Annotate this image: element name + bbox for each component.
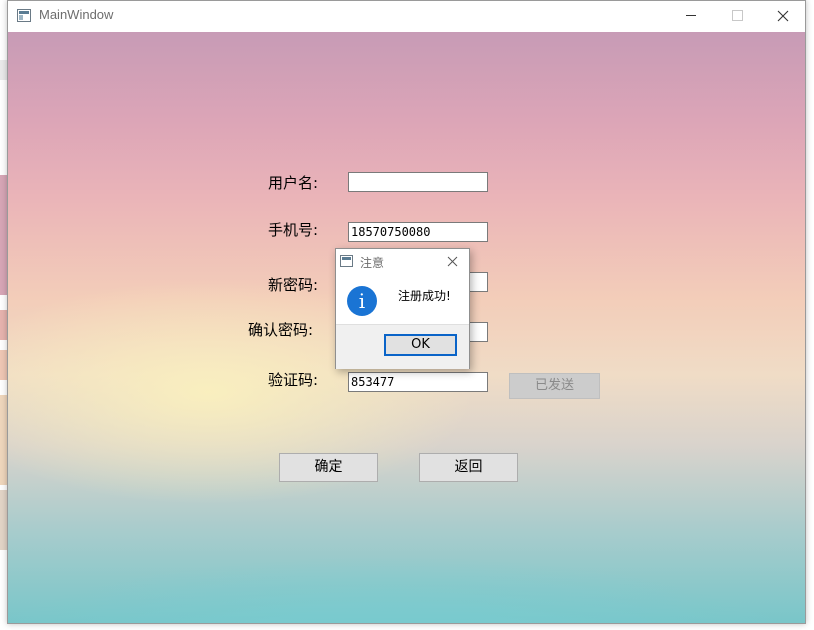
dialog-message: 注册成功! bbox=[398, 289, 451, 303]
close-icon bbox=[777, 10, 789, 22]
dialog-footer: OK bbox=[336, 324, 469, 369]
info-icon: i bbox=[347, 286, 377, 316]
title-bar[interactable]: MainWindow bbox=[8, 1, 805, 32]
confirm-button[interactable]: 确定 bbox=[279, 453, 378, 482]
phone-label: 手机号: bbox=[268, 221, 319, 239]
dialog-close-button[interactable] bbox=[444, 254, 462, 270]
dialog-title: 注意 bbox=[360, 256, 385, 270]
username-input[interactable] bbox=[348, 172, 488, 192]
phone-input[interactable]: 18570750080 bbox=[348, 222, 488, 242]
back-button[interactable]: 返回 bbox=[419, 453, 518, 482]
dialog-title-bar[interactable]: 注意 bbox=[336, 249, 469, 275]
ok-button[interactable]: OK bbox=[384, 334, 457, 356]
username-label: 用户名: bbox=[268, 174, 319, 192]
code-input[interactable]: 853477 bbox=[348, 372, 488, 392]
minimize-button[interactable] bbox=[668, 1, 714, 31]
window-title: MainWindow bbox=[39, 7, 114, 22]
sent-code-button[interactable]: 已发送 bbox=[509, 373, 600, 399]
confirm-password-label: 确认密码: bbox=[248, 321, 314, 339]
new-password-label: 新密码: bbox=[268, 276, 319, 294]
app-window-icon bbox=[17, 9, 31, 22]
code-label: 验证码: bbox=[268, 371, 319, 389]
message-dialog: 注意 i 注册成功! OK bbox=[335, 248, 470, 369]
dialog-window-icon bbox=[340, 255, 353, 267]
close-button[interactable] bbox=[760, 1, 806, 31]
maximize-button[interactable] bbox=[714, 1, 760, 31]
close-icon bbox=[447, 256, 458, 267]
